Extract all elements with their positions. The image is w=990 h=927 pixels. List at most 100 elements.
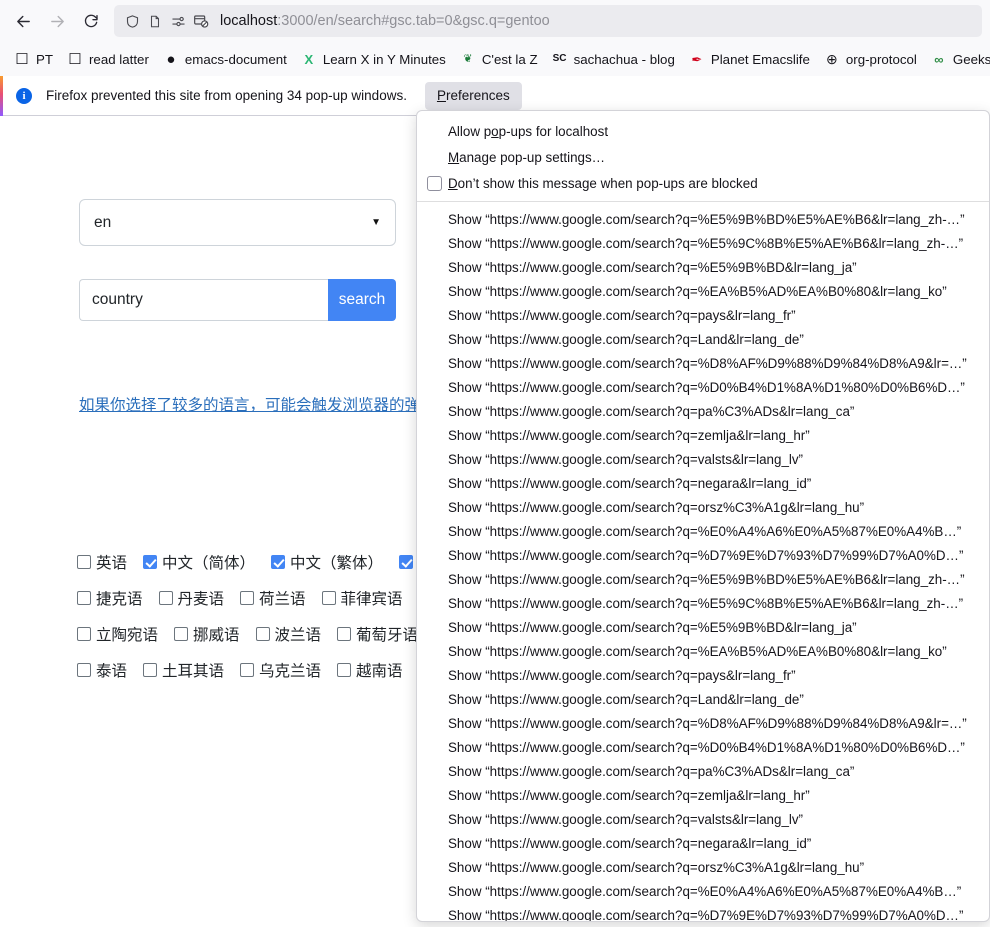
dont-show-checkbox[interactable] xyxy=(427,176,442,191)
language-checkbox-item[interactable]: 荷兰语 xyxy=(240,587,306,609)
bookmark-label: read latter xyxy=(89,52,149,67)
menu-item-show-popup[interactable]: Show “https://www.google.com/search?q=%D… xyxy=(417,351,989,375)
checkbox-unchecked-icon[interactable] xyxy=(322,591,336,605)
url-path: :3000/en/search#gsc.tab=0&gsc.q=gentoo xyxy=(277,13,549,29)
checkbox-checked-icon[interactable] xyxy=(271,555,285,569)
bookmark-item[interactable]: ☐PT xyxy=(8,46,59,72)
menu-item-show-popup[interactable]: Show “https://www.google.com/search?q=%D… xyxy=(417,543,989,567)
menu-item-show-popup[interactable]: Show “https://www.google.com/search?q=%E… xyxy=(417,567,989,591)
menu-item-show-popup[interactable]: Show “https://www.google.com/search?q=%E… xyxy=(417,639,989,663)
checkbox-checked-icon[interactable] xyxy=(399,555,413,569)
language-checkbox-row: 捷克语丹麦语荷兰语菲律宾语 xyxy=(77,587,454,609)
language-checkbox-item[interactable]: 立陶宛语 xyxy=(77,623,158,645)
allow-popups-post: p-ups for localhost xyxy=(499,124,608,139)
menu-item-show-popup[interactable]: Show “https://www.google.com/search?q=ne… xyxy=(417,471,989,495)
bookmark-item[interactable]: SC sachachua - blog xyxy=(546,46,681,72)
menu-item-show-popup[interactable]: Show “https://www.google.com/search?q=ne… xyxy=(417,831,989,855)
search-input[interactable]: country xyxy=(79,279,328,321)
language-checkbox-item[interactable]: 捷克语 xyxy=(77,587,143,609)
search-button[interactable]: search xyxy=(328,279,396,321)
menu-item-show-popup[interactable]: Show “https://www.google.com/search?q=%E… xyxy=(417,231,989,255)
checkbox-unchecked-icon[interactable] xyxy=(77,555,91,569)
bookmark-item[interactable]: ❦C'est la Z xyxy=(454,46,544,72)
learnx-icon: X xyxy=(301,51,317,67)
checkbox-unchecked-icon[interactable] xyxy=(77,627,91,641)
checkbox-unchecked-icon[interactable] xyxy=(77,663,91,677)
language-checkbox-item[interactable]: 越南语 xyxy=(337,659,403,681)
menu-item-show-popup[interactable]: Show “https://www.google.com/search?q=%D… xyxy=(417,735,989,759)
language-checkbox-item[interactable]: 挪威语 xyxy=(174,623,240,645)
menu-item-show-popup[interactable]: Show “https://www.google.com/search?q=La… xyxy=(417,687,989,711)
preferences-button[interactable]: Preferences xyxy=(425,82,522,110)
language-checkbox-item[interactable]: 乌克兰语 xyxy=(240,659,321,681)
checkbox-unchecked-icon[interactable] xyxy=(337,627,351,641)
checkbox-checked-icon[interactable] xyxy=(143,555,157,569)
geeksforgeeks-icon: ∞ xyxy=(931,51,947,67)
language-checkbox-item[interactable]: 波兰语 xyxy=(256,623,322,645)
menu-item-show-popup[interactable]: Show “https://www.google.com/search?q=ze… xyxy=(417,783,989,807)
bookmark-label: org-protocol xyxy=(846,52,917,67)
checkbox-unchecked-icon[interactable] xyxy=(240,663,254,677)
menu-item-show-popup[interactable]: Show “https://www.google.com/search?q=%E… xyxy=(417,279,989,303)
menu-item-allow-popups[interactable]: Allow pop-ups for localhost xyxy=(417,118,989,144)
checkbox-unchecked-icon[interactable] xyxy=(159,591,173,605)
menu-item-show-popup[interactable]: Show “https://www.google.com/search?q=or… xyxy=(417,495,989,519)
menu-item-show-popup[interactable]: Show “https://www.google.com/search?q=pa… xyxy=(417,399,989,423)
language-select[interactable]: en ▼ xyxy=(79,199,396,246)
bookmark-item[interactable]: ⊕org-protocol xyxy=(818,46,923,72)
navigation-toolbar: localhost:3000/en/search#gsc.tab=0&gsc.q… xyxy=(0,0,990,42)
menu-item-show-popup[interactable]: Show “https://www.google.com/search?q=pa… xyxy=(417,759,989,783)
menu-item-show-popup[interactable]: Show “https://www.google.com/search?q=%E… xyxy=(417,879,989,903)
menu-item-show-popup[interactable]: Show “https://www.google.com/search?q=ze… xyxy=(417,423,989,447)
menu-item-show-popup[interactable]: Show “https://www.google.com/search?q=%E… xyxy=(417,519,989,543)
reload-button[interactable] xyxy=(76,6,106,36)
language-checkbox-item[interactable]: 中文（繁体） xyxy=(271,551,383,573)
permissions-sliders-icon[interactable] xyxy=(168,11,188,31)
menu-item-manage-settings[interactable]: Manage pop-up settings… xyxy=(417,144,989,170)
checkbox-unchecked-icon[interactable] xyxy=(337,663,351,677)
dont-show-accesskey: D xyxy=(448,176,458,191)
bookmark-label: Learn X in Y Minutes xyxy=(323,52,446,67)
language-checkbox-item[interactable]: 土耳其语 xyxy=(143,659,224,681)
menu-item-show-popup[interactable]: Show “https://www.google.com/search?q=La… xyxy=(417,327,989,351)
menu-item-show-popup[interactable]: Show “https://www.google.com/search?q=or… xyxy=(417,855,989,879)
menu-item-show-popup[interactable]: Show “https://www.google.com/search?q=%E… xyxy=(417,255,989,279)
menu-item-show-popup[interactable]: Show “https://www.google.com/search?q=pa… xyxy=(417,663,989,687)
back-button[interactable] xyxy=(8,6,38,36)
menu-item-dont-show-message[interactable]: Don’t show this message when pop-ups are… xyxy=(417,170,989,196)
menu-item-show-popup[interactable]: Show “https://www.google.com/search?q=va… xyxy=(417,807,989,831)
popup-blocked-icon[interactable] xyxy=(191,11,211,31)
checkbox-unchecked-icon[interactable] xyxy=(240,591,254,605)
language-checkbox-item[interactable]: 中文（简体） xyxy=(143,551,255,573)
menu-item-show-popup[interactable]: Show “https://www.google.com/search?q=pa… xyxy=(417,303,989,327)
sc-icon: SC xyxy=(552,51,568,67)
menu-item-show-popup[interactable]: Show “https://www.google.com/search?q=va… xyxy=(417,447,989,471)
bookmark-item[interactable]: ☐read latter xyxy=(61,46,155,72)
language-checkbox-item[interactable]: 菲律宾语 xyxy=(322,587,403,609)
menu-item-show-popup[interactable]: Show “https://www.google.com/search?q=%E… xyxy=(417,591,989,615)
shield-icon[interactable] xyxy=(122,11,142,31)
menu-item-show-popup[interactable]: Show “https://www.google.com/search?q=%D… xyxy=(417,375,989,399)
bookmark-item[interactable]: ∞GeeksforGe xyxy=(925,46,990,72)
reader-view-icon[interactable] xyxy=(145,11,165,31)
language-checkbox-item[interactable]: 泰语 xyxy=(77,659,127,681)
menu-item-show-popup[interactable]: Show “https://www.google.com/search?q=%D… xyxy=(417,903,989,922)
bookmark-item[interactable]: ●emacs-document xyxy=(157,46,293,72)
bookmark-item[interactable]: ✒Planet Emacslife xyxy=(683,46,816,72)
language-checkbox-item[interactable]: 葡萄牙语 xyxy=(337,623,418,645)
checkbox-unchecked-icon[interactable] xyxy=(77,591,91,605)
forward-button[interactable] xyxy=(42,6,72,36)
menu-item-show-popup[interactable]: Show “https://www.google.com/search?q=%E… xyxy=(417,207,989,231)
url-text: localhost:3000/en/search#gsc.tab=0&gsc.q… xyxy=(220,13,550,29)
language-checkbox-item[interactable]: 英语 xyxy=(77,551,127,573)
menu-item-show-popup[interactable]: Show “https://www.google.com/search?q=%D… xyxy=(417,711,989,735)
bookmark-label: sachachua - blog xyxy=(574,52,675,67)
language-warning-link[interactable]: 如果你选择了较多的语言，可能会触发浏览器的弹 xyxy=(79,393,420,415)
bookmark-item[interactable]: X Learn X in Y Minutes xyxy=(295,46,452,72)
address-bar[interactable]: localhost:3000/en/search#gsc.tab=0&gsc.q… xyxy=(114,5,982,37)
menu-item-show-popup[interactable]: Show “https://www.google.com/search?q=%E… xyxy=(417,615,989,639)
checkbox-unchecked-icon[interactable] xyxy=(143,663,157,677)
language-checkbox-item[interactable]: 丹麦语 xyxy=(159,587,225,609)
checkbox-unchecked-icon[interactable] xyxy=(256,627,270,641)
checkbox-unchecked-icon[interactable] xyxy=(174,627,188,641)
